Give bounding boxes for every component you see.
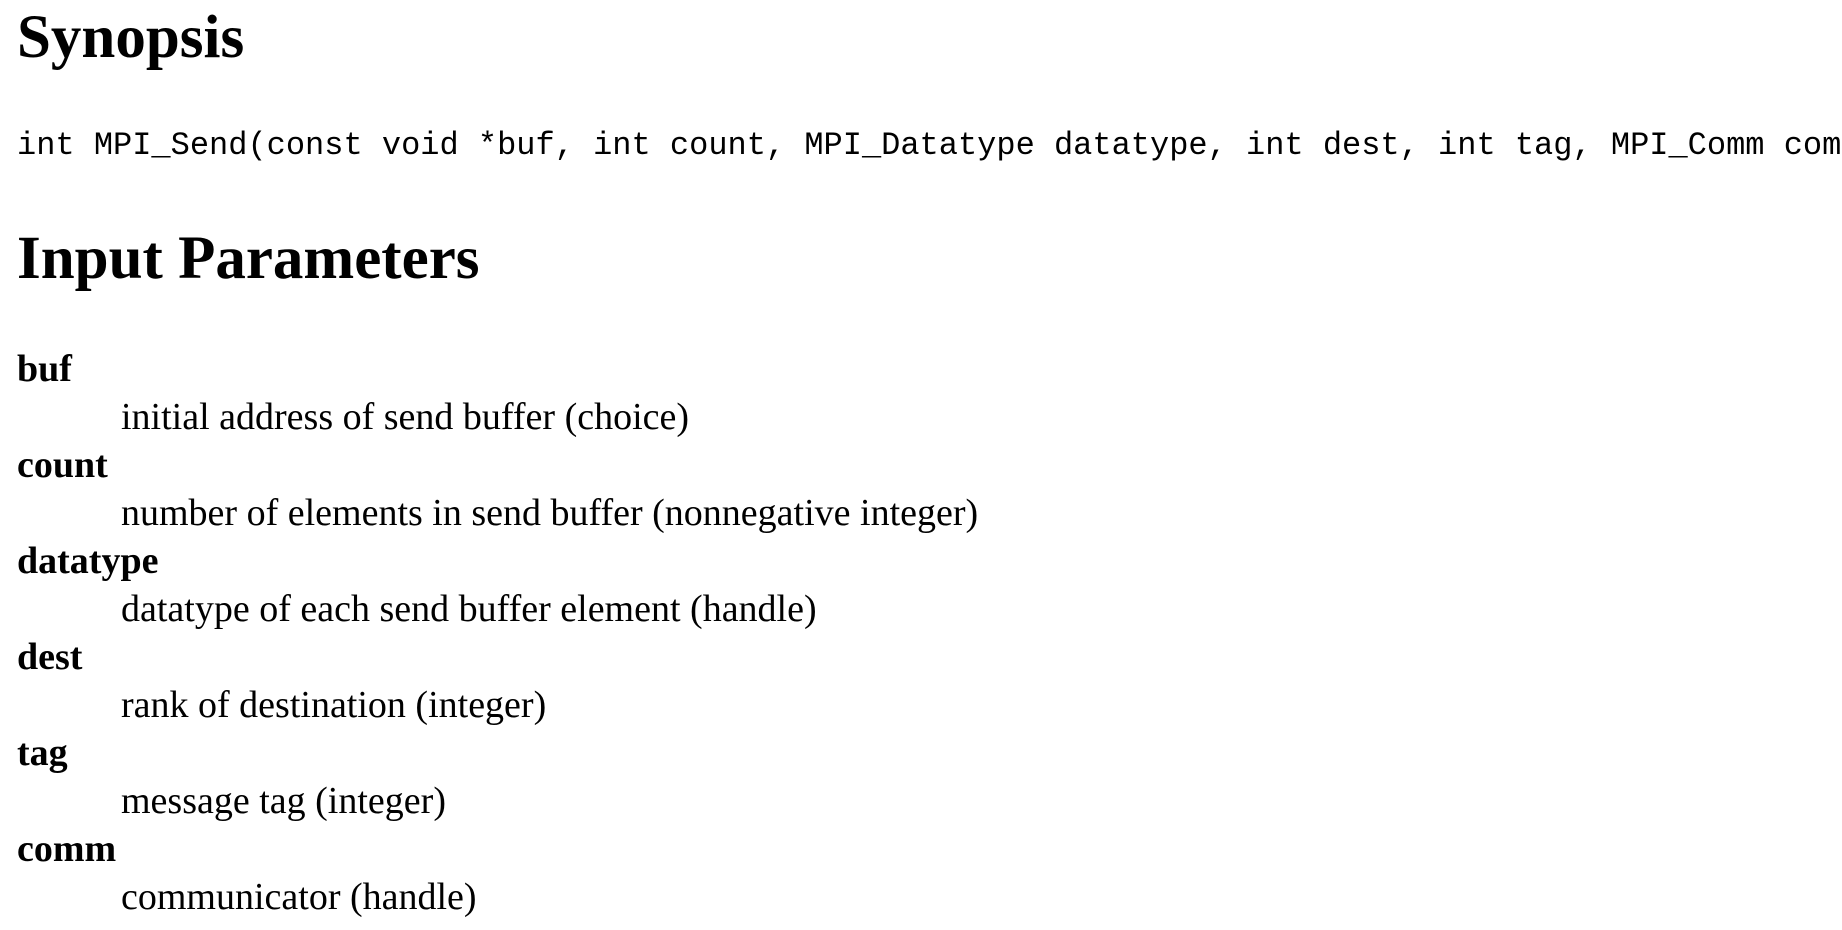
parameter-list: buf initial address of send buffer (choi… xyxy=(17,345,978,921)
param-name-dest: dest xyxy=(17,636,83,678)
function-signature: int MPI_Send(const void *buf, int count,… xyxy=(17,127,1842,164)
param-desc-dest: rank of destination (integer) xyxy=(121,684,547,726)
param-desc-comm: communicator (handle) xyxy=(121,876,477,918)
param-name-tag: tag xyxy=(17,732,68,774)
param-name-buf: buf xyxy=(17,348,72,390)
param-desc-buf: initial address of send buffer (choice) xyxy=(121,396,690,438)
param-name-datatype: datatype xyxy=(17,540,159,582)
param-name-count: count xyxy=(17,444,108,486)
param-desc-tag: message tag (integer) xyxy=(121,780,446,822)
param-name-comm: comm xyxy=(17,828,117,870)
param-desc-count: number of elements in send buffer (nonne… xyxy=(121,492,979,534)
input-parameters-heading: Input Parameters xyxy=(17,225,480,292)
param-desc-datatype: datatype of each send buffer element (ha… xyxy=(121,588,817,630)
synopsis-heading: Synopsis xyxy=(17,4,245,71)
